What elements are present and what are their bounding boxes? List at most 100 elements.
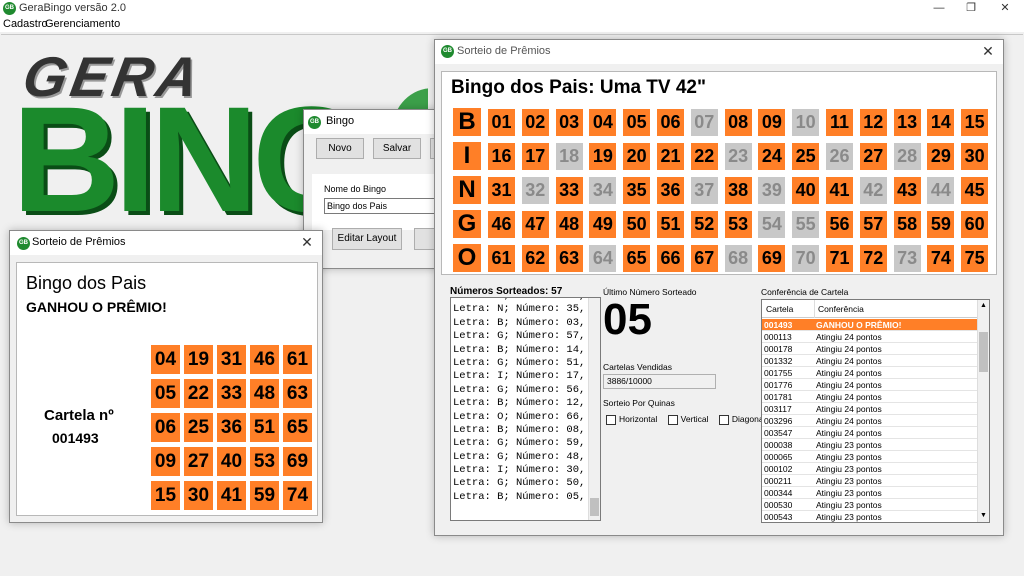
card-check-grid[interactable]: Cartela Conferência 001493 GANHOU O PRÊMI… xyxy=(761,299,990,523)
row-cartela: 000065 xyxy=(764,452,793,462)
small-prize-title: Sorteio de Prêmios xyxy=(32,236,126,248)
board-number-drawn: 25 xyxy=(792,143,820,170)
board-number-drawn: 66 xyxy=(657,245,684,272)
drawn-list-item[interactable]: Letra: I; Número: 30, xyxy=(453,464,585,477)
board-number-drawn: 52 xyxy=(690,211,718,238)
row-conferencia: Atingiu 24 pontos xyxy=(816,332,882,342)
editar-layout-button[interactable]: Editar Layout xyxy=(332,228,402,250)
card-check-row[interactable]: 003547 Atingiu 24 pontos xyxy=(762,427,977,439)
scroll-up-icon[interactable]: ▲ xyxy=(978,300,989,312)
board-number-drawn: 22 xyxy=(690,143,718,170)
menu-gerenciamento[interactable]: Gerenciamento xyxy=(45,18,120,30)
card-check-row[interactable]: 001755 Atingiu 24 pontos xyxy=(762,367,977,379)
sold-cards-label: Cartelas Vendidas xyxy=(603,362,672,372)
drawn-list-item[interactable]: Letra: B; Número: 03, xyxy=(453,317,585,330)
close-icon[interactable]: ✕ xyxy=(990,0,1020,17)
drawn-list-item[interactable]: Letra: G; Número: 56, xyxy=(453,384,585,397)
board-letter-g: G xyxy=(453,210,481,238)
drawn-list-item[interactable]: Letra: G; Número: 48, xyxy=(453,451,585,464)
drawn-list-item[interactable]: Letra: B; Número: 08, xyxy=(453,424,585,437)
app-logo-icon: GB xyxy=(3,2,16,15)
drawn-list-item[interactable]: Letra: G; Número: 59, xyxy=(453,437,585,450)
small-prize-close-icon[interactable]: ✕ xyxy=(298,233,316,251)
header-conferencia[interactable]: Conferência xyxy=(818,300,864,318)
board-number-drawn: 61 xyxy=(488,245,515,272)
app-title: GeraBingo versão 2.0 xyxy=(19,2,127,14)
board-number-drawn: 14 xyxy=(927,109,955,136)
diagonal-checkbox[interactable] xyxy=(718,414,729,425)
board-number-pending: 10 xyxy=(792,109,820,136)
menu-cadastro[interactable]: Cadastro xyxy=(3,18,48,30)
board-number-drawn: 35 xyxy=(623,177,651,204)
card-label: Cartela nº xyxy=(44,407,114,424)
board-letter-i: I xyxy=(453,142,481,170)
board-number-drawn: 56 xyxy=(826,211,853,238)
drawn-list-item[interactable]: Letra: G; Número: 50, xyxy=(453,477,585,490)
vertical-checkbox[interactable] xyxy=(667,414,678,425)
salvar-button[interactable]: Salvar xyxy=(373,138,421,159)
drawn-list-item[interactable]: Letra: N; Número: 35, xyxy=(453,303,585,316)
board-number-drawn: 17 xyxy=(521,143,549,170)
drawn-numbers-list[interactable]: Letra: G; Número: 57, Letra: N; Número: 3… xyxy=(450,297,601,521)
row-conferencia: Atingiu 24 pontos xyxy=(816,392,882,402)
drawn-list-item[interactable]: Letra: B; Número: 14, xyxy=(453,344,585,357)
card-check-row[interactable]: 000113 Atingiu 24 pontos xyxy=(762,331,977,343)
drawn-list-scroll-thumb[interactable] xyxy=(590,498,599,516)
main-prize-close-icon[interactable]: ✕ xyxy=(979,42,997,60)
board-number-drawn: 40 xyxy=(792,177,820,204)
board-number-drawn: 04 xyxy=(589,109,617,136)
board-number-drawn: 06 xyxy=(657,109,684,136)
small-prize-window: GB Sorteio de Prêmios ✕ Bingo dos Pais G… xyxy=(9,230,323,523)
drawn-list-item[interactable]: Letra: G; Número: 57, xyxy=(453,330,585,343)
nome-bingo-label: Nome do Bingo xyxy=(324,184,387,194)
quina-horizontal-option[interactable]: Horizontal xyxy=(606,414,657,425)
drawn-list-item[interactable]: Letra: B; Número: 05, xyxy=(453,491,585,504)
row-cartela: 001781 xyxy=(764,392,793,402)
quina-vertical-option[interactable]: Vertical xyxy=(667,414,709,425)
card-check-row[interactable]: 000038 Atingiu 23 pontos xyxy=(762,439,977,451)
card-check-row[interactable]: 001776 Atingiu 24 pontos xyxy=(762,379,977,391)
horizontal-checkbox[interactable] xyxy=(606,414,616,425)
card-number-cell: 05 xyxy=(151,379,180,408)
board-number-drawn: 63 xyxy=(555,245,583,272)
card-check-row[interactable]: 001332 Atingiu 24 pontos xyxy=(762,355,977,367)
card-check-row[interactable]: 000065 Atingiu 23 pontos xyxy=(762,451,977,463)
quina-diagonal-option[interactable]: Diagonal xyxy=(718,414,765,425)
main-prize-window: GB Sorteio de Prêmios ✕ Bingo dos Pais: … xyxy=(434,39,1004,536)
header-cartela[interactable]: Cartela xyxy=(766,300,793,318)
drawn-list-item[interactable]: Letra: G; Número: 51, xyxy=(453,357,585,370)
board-number-drawn: 19 xyxy=(589,143,617,170)
drawn-list-scrollbar[interactable] xyxy=(588,298,600,520)
sold-cards-field: 3886/10000 xyxy=(603,374,716,389)
card-check-row[interactable]: 000530 Atingiu 23 pontos xyxy=(762,499,977,511)
drawn-list-item[interactable]: Letra: I; Número: 17, xyxy=(453,370,585,383)
card-check-row[interactable]: 003117 Atingiu 24 pontos xyxy=(762,403,977,415)
board-number-pending: 39 xyxy=(758,177,786,204)
restore-icon[interactable]: ❐ xyxy=(956,0,986,17)
quinas-label: Sorteio Por Quinas xyxy=(603,398,675,408)
novo-button[interactable]: Novo xyxy=(316,138,364,159)
row-cartela: 003296 xyxy=(764,416,793,426)
card-check-row[interactable]: 003296 Atingiu 24 pontos xyxy=(762,415,977,427)
app-titlebar: GB GeraBingo versão 2.0 — ❐ ✕ xyxy=(0,0,1024,17)
board-number-drawn: 75 xyxy=(961,245,989,272)
card-check-scrollbar[interactable]: ▲ ▼ xyxy=(977,300,989,522)
minimize-icon[interactable]: — xyxy=(924,0,954,17)
card-check-row[interactable]: 000543 Atingiu 23 pontos xyxy=(762,511,977,522)
drawn-list-item[interactable]: Letra: B; Número: 12, xyxy=(453,397,585,410)
card-check-row[interactable]: 000178 Atingiu 24 pontos xyxy=(762,343,977,355)
drawn-list-item[interactable]: Letra: O; Número: 66, xyxy=(453,411,585,424)
board-letter-n: N xyxy=(453,176,481,204)
card-check-row[interactable]: 000211 Atingiu 23 pontos xyxy=(762,475,977,487)
logo-gera-text: GERA xyxy=(18,45,208,108)
board-panel: Bingo dos Pais: Uma TV 42" B I N G O 01 02 03 04… xyxy=(441,71,997,275)
row-conferencia: Atingiu 23 pontos xyxy=(816,488,882,498)
scroll-down-icon[interactable]: ▼ xyxy=(978,510,989,522)
card-check-row[interactable]: 000102 Atingiu 23 pontos xyxy=(762,463,977,475)
card-check-row[interactable]: 001781 Atingiu 24 pontos xyxy=(762,391,977,403)
board-number-pending: 54 xyxy=(758,211,786,238)
card-check-row[interactable]: 001493 GANHOU O PRÊMIO! xyxy=(762,319,977,331)
card-check-row[interactable]: 000344 Atingiu 23 pontos xyxy=(762,487,977,499)
card-number-cell: 04 xyxy=(151,345,180,374)
card-check-scroll-thumb[interactable] xyxy=(979,332,988,372)
